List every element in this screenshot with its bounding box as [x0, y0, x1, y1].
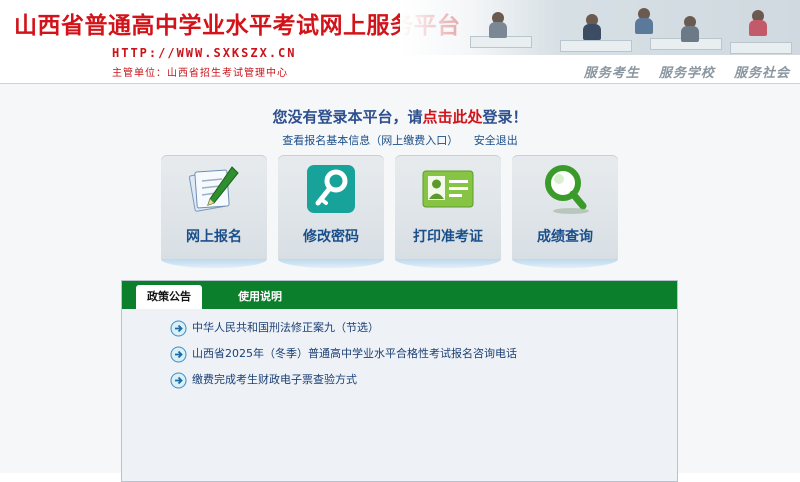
announcement-list: 中华人民共和国刑法修正案九（节选） 山西省2025年（冬季）普通高中学业水平合格… [170, 319, 517, 397]
arrow-right-circle-icon [170, 372, 187, 389]
magnifier-icon [545, 165, 589, 214]
site-url[interactable]: HTTP://WWW.SXKSZX.CN [112, 46, 297, 60]
main-content: 您没有登录本平台，请点击此处登录！ 查看报名基本信息（网上缴费入口） 安全退出 … [0, 84, 800, 482]
list-item[interactable]: 山西省2025年（冬季）普通高中学业水平合格性考试报名咨询电话 [170, 345, 517, 371]
tile-label: 修改密码 [303, 229, 359, 245]
notepad-pen-icon [188, 166, 239, 212]
arrow-right-circle-icon [170, 346, 187, 363]
tile-label: 成绩查询 [537, 229, 593, 245]
tile-label: 网上报名 [186, 229, 242, 245]
tab-usage-instructions[interactable]: 使用说明 [238, 285, 282, 309]
slogans: 服务考生 服务学校 服务社会 [570, 62, 790, 81]
arrow-right-circle-icon [170, 320, 187, 337]
announcement-panel: 政策公告 使用说明 中华人民共和国刑法修正案九（节选） 山西省2025年（冬季）… [121, 280, 678, 482]
tile-print-admission-ticket[interactable]: 打印准考证 [395, 155, 501, 268]
tile-score-query[interactable]: 成绩查询 [512, 155, 618, 268]
login-prompt: 您没有登录本平台，请点击此处登录！ [272, 108, 528, 126]
tab-bar: 政策公告 使用说明 [122, 281, 677, 309]
list-item[interactable]: 缴费完成考生财政电子票查验方式 [170, 371, 517, 397]
logout-link[interactable]: 安全退出 [474, 134, 518, 147]
site-header: 山西省普通高中学业水平考试网上服务平台 HTTP://WWW.SXKSZX.CN… [0, 0, 800, 84]
announcement-title: 中华人民共和国刑法修正案九（节选） [192, 321, 379, 334]
key-icon [307, 165, 355, 213]
announcement-title: 缴费完成考生财政电子票查验方式 [192, 373, 357, 386]
view-info-link[interactable]: 查看报名基本信息（网上缴费入口） [282, 134, 458, 147]
slogan-students: 服务考生 [583, 66, 640, 81]
sub-links: 查看报名基本信息（网上缴费入口） 安全退出 [0, 132, 800, 148]
tile-online-registration[interactable]: 网上报名 [161, 155, 267, 268]
tab-policy-announcements[interactable]: 政策公告 [136, 285, 202, 309]
header-banner-photo [400, 0, 800, 55]
login-link[interactable]: 点击此处 [422, 108, 482, 126]
slogan-schools: 服务学校 [658, 66, 715, 81]
id-card-icon [422, 170, 474, 208]
slogan-society: 服务社会 [733, 66, 790, 81]
list-item[interactable]: 中华人民共和国刑法修正案九（节选） [170, 319, 517, 345]
sponsor-text: 主管单位：山西省招生考试管理中心 [112, 68, 288, 79]
site-title: 山西省普通高中学业水平考试网上服务平台 [14, 13, 461, 39]
announcement-title: 山西省2025年（冬季）普通高中学业水平合格性考试报名咨询电话 [192, 347, 517, 360]
tile-change-password[interactable]: 修改密码 [278, 155, 384, 268]
tile-label: 打印准考证 [413, 229, 483, 245]
